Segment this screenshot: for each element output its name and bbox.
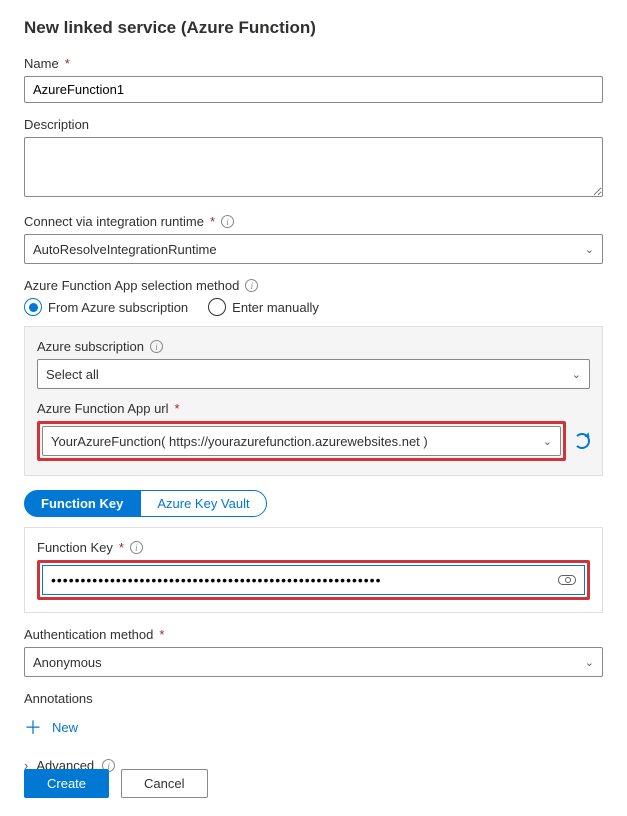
subscription-value: Select all <box>46 367 99 382</box>
radio-label: From Azure subscription <box>48 300 188 315</box>
subscription-select[interactable]: Select all ⌄ <box>37 359 590 389</box>
app-url-select[interactable]: YourAzureFunction( https://yourazurefunc… <box>42 426 561 456</box>
chevron-down-icon: ⌄ <box>585 243 594 256</box>
info-icon[interactable]: i <box>221 215 234 228</box>
app-url-value: YourAzureFunction( https://yourazurefunc… <box>51 434 428 449</box>
integration-label: Connect via integration runtime <box>24 214 204 229</box>
eye-icon[interactable] <box>558 575 576 585</box>
required-indicator: * <box>210 214 215 229</box>
plus-icon: ＋ <box>24 714 42 740</box>
create-button[interactable]: Create <box>24 769 109 798</box>
radio-icon <box>24 298 42 316</box>
name-label: Name <box>24 56 59 71</box>
function-key-input[interactable] <box>51 572 558 588</box>
key-source-tabs: Function Key Azure Key Vault <box>24 490 603 517</box>
integration-select[interactable]: AutoResolveIntegrationRuntime ⌄ <box>24 234 603 264</box>
app-url-label: Azure Function App url <box>37 401 169 416</box>
info-icon[interactable]: i <box>245 279 258 292</box>
info-icon[interactable]: i <box>130 541 143 554</box>
required-indicator: * <box>119 540 124 555</box>
radio-enter-manually[interactable]: Enter manually <box>208 298 319 316</box>
auth-label: Authentication method <box>24 627 153 642</box>
function-key-label: Function Key <box>37 540 113 555</box>
add-annotation-button[interactable]: ＋ New <box>24 714 603 740</box>
chevron-down-icon: ⌄ <box>572 368 581 381</box>
chevron-down-icon: ⌄ <box>585 656 594 669</box>
tab-key-vault[interactable]: Azure Key Vault <box>140 490 266 517</box>
radio-icon <box>208 298 226 316</box>
name-input[interactable] <box>24 76 603 103</box>
cancel-button[interactable]: Cancel <box>121 769 207 798</box>
tab-function-key[interactable]: Function Key <box>24 490 140 517</box>
page-title: New linked service (Azure Function) <box>24 18 603 38</box>
auth-value: Anonymous <box>33 655 102 670</box>
refresh-icon[interactable] <box>574 433 590 449</box>
description-textarea[interactable] <box>24 137 603 197</box>
integration-value: AutoResolveIntegrationRuntime <box>33 242 217 257</box>
subscription-label: Azure subscription <box>37 339 144 354</box>
new-annotation-label: New <box>52 720 78 735</box>
annotations-label: Annotations <box>24 691 93 706</box>
selection-method-label: Azure Function App selection method <box>24 278 239 293</box>
description-label: Description <box>24 117 89 132</box>
radio-from-subscription[interactable]: From Azure subscription <box>24 298 188 316</box>
required-indicator: * <box>159 627 164 642</box>
required-indicator: * <box>175 401 180 416</box>
chevron-down-icon: ⌄ <box>543 435 552 448</box>
info-icon[interactable]: i <box>150 340 163 353</box>
required-indicator: * <box>65 56 70 71</box>
auth-select[interactable]: Anonymous ⌄ <box>24 647 603 677</box>
radio-label: Enter manually <box>232 300 319 315</box>
